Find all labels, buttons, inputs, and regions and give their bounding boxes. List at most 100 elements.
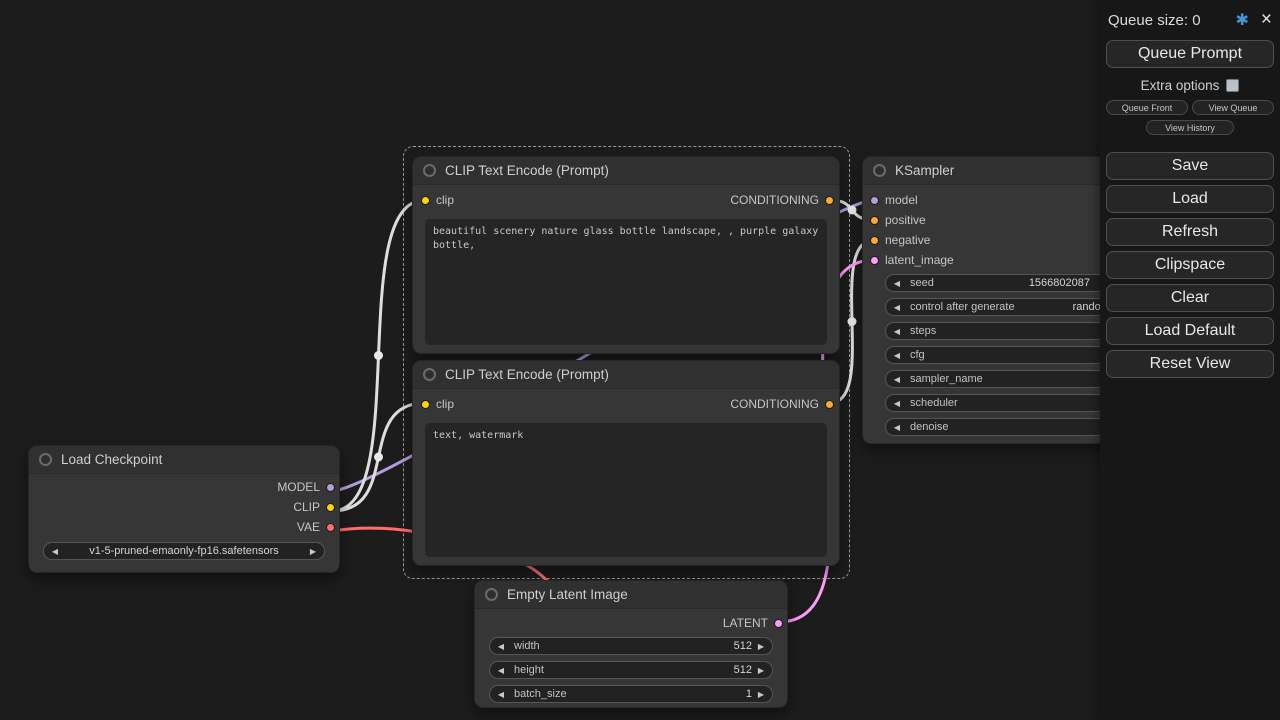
node-title-bar[interactable]: Load Checkpoint — [29, 446, 339, 474]
output-slot-conditioning: CONDITIONING — [730, 394, 834, 414]
view-history-button[interactable]: View History — [1146, 120, 1234, 135]
slot-label: positive — [885, 213, 926, 227]
collapse-dot-icon[interactable] — [873, 164, 886, 177]
node-title: CLIP Text Encode (Prompt) — [445, 163, 609, 178]
widget-name: scheduler — [910, 397, 958, 409]
widget-name: sampler_name — [910, 373, 983, 385]
input-dot-clip[interactable] — [421, 195, 430, 205]
height-widget[interactable]: ◀ height 512 ▶ — [489, 661, 773, 679]
arrow-right-icon[interactable]: ▶ — [308, 547, 318, 556]
widget-name: height — [514, 664, 544, 676]
arrow-left-icon[interactable]: ◀ — [892, 351, 902, 360]
node-title: KSampler — [895, 163, 955, 178]
node-clip-text-encode-positive[interactable]: CLIP Text Encode (Prompt) clip CONDITION… — [412, 156, 840, 354]
view-queue-button[interactable]: View Queue — [1192, 100, 1274, 115]
batch-size-widget[interactable]: ◀ batch_size 1 ▶ — [489, 685, 773, 703]
input-slot-positive: positive — [870, 210, 926, 230]
collapse-dot-icon[interactable] — [423, 164, 436, 177]
clear-button[interactable]: Clear — [1106, 284, 1274, 312]
output-slot-latent: LATENT — [723, 613, 783, 633]
widget-name: steps — [910, 325, 937, 337]
widget-value: 512 — [733, 640, 752, 652]
input-slot-model: model — [870, 190, 918, 210]
collapse-dot-icon[interactable] — [485, 588, 498, 601]
input-dot-model[interactable] — [870, 195, 879, 205]
input-dot-positive[interactable] — [870, 215, 879, 225]
arrow-left-icon[interactable]: ◀ — [892, 423, 902, 432]
node-graph-canvas[interactable]: Load Checkpoint MODEL CLIP VAE ◀ v1-5-pr… — [0, 0, 1280, 720]
queue-size-label: Queue size: 0 — [1108, 11, 1201, 29]
input-slot-latent-image: latent_image — [870, 250, 954, 270]
node-clip-text-encode-negative[interactable]: CLIP Text Encode (Prompt) clip CONDITION… — [412, 360, 840, 566]
output-dot-conditioning[interactable] — [825, 195, 834, 205]
refresh-button[interactable]: Refresh — [1106, 218, 1274, 246]
arrow-left-icon[interactable]: ◀ — [892, 375, 902, 384]
negative-prompt-textarea[interactable]: text, watermark — [425, 423, 827, 557]
clipspace-button[interactable]: Clipspace — [1106, 251, 1274, 279]
close-menu-icon[interactable]: × — [1261, 10, 1272, 29]
slot-label: LATENT — [722, 616, 768, 630]
save-button[interactable]: Save — [1106, 152, 1274, 180]
input-slot-negative: negative — [870, 230, 930, 250]
output-dot-clip[interactable] — [326, 502, 335, 512]
settings-icon[interactable]: ✱ — [1235, 10, 1248, 30]
arrow-left-icon[interactable]: ◀ — [496, 690, 506, 699]
collapse-dot-icon[interactable] — [39, 453, 52, 466]
ckpt-name-widget[interactable]: ◀ v1-5-pruned-emaonly-fp16.safetensors ▶ — [43, 542, 325, 560]
arrow-left-icon[interactable]: ◀ — [496, 642, 506, 651]
load-button[interactable]: Load — [1106, 185, 1274, 213]
slot-label: clip — [436, 397, 455, 411]
input-dot-latent-image[interactable] — [870, 255, 879, 265]
output-slot-clip: CLIP — [293, 497, 335, 517]
input-slot-clip: clip — [421, 394, 454, 414]
link-midpoint-dot — [374, 452, 383, 462]
extra-options-checkbox[interactable] — [1226, 79, 1240, 92]
output-dot-vae[interactable] — [326, 522, 335, 532]
input-dot-clip[interactable] — [421, 399, 430, 409]
node-title-bar[interactable]: CLIP Text Encode (Prompt) — [413, 361, 839, 389]
output-dot-latent[interactable] — [774, 618, 783, 628]
reset-view-button[interactable]: Reset View — [1106, 350, 1274, 378]
load-default-button[interactable]: Load Default — [1106, 317, 1274, 345]
widget-name: denoise — [910, 421, 949, 433]
slot-label: MODEL — [277, 480, 320, 494]
comfy-menu-panel: Queue size: 0 ✱ × Queue Prompt Extra opt… — [1100, 0, 1280, 720]
link-midpoint-dot — [374, 351, 383, 360]
output-slot-conditioning: CONDITIONING — [730, 190, 834, 210]
arrow-left-icon[interactable]: ◀ — [892, 327, 902, 336]
input-dot-negative[interactable] — [870, 235, 879, 245]
output-dot-model[interactable] — [326, 482, 335, 492]
arrow-right-icon[interactable]: ▶ — [756, 666, 766, 675]
input-slot-clip: clip — [421, 190, 454, 210]
positive-prompt-textarea[interactable]: beautiful scenery nature glass bottle la… — [425, 219, 827, 345]
node-title-bar[interactable]: Empty Latent Image — [475, 581, 787, 609]
width-widget[interactable]: ◀ width 512 ▶ — [489, 637, 773, 655]
queue-front-button[interactable]: Queue Front — [1106, 100, 1188, 115]
node-title: Load Checkpoint — [61, 452, 163, 467]
output-dot-conditioning[interactable] — [825, 399, 834, 409]
node-load-checkpoint[interactable]: Load Checkpoint MODEL CLIP VAE ◀ v1-5-pr… — [28, 445, 340, 573]
slot-label: clip — [436, 193, 455, 207]
node-title-bar[interactable]: CLIP Text Encode (Prompt) — [413, 157, 839, 185]
output-slot-vae: VAE — [297, 517, 335, 537]
collapse-dot-icon[interactable] — [423, 368, 436, 381]
ckpt-name-value: v1-5-pruned-emaonly-fp16.safetensors — [89, 545, 279, 557]
widget-value: 1566802087 — [1028, 277, 1090, 289]
arrow-left-icon[interactable]: ◀ — [892, 303, 902, 312]
arrow-left-icon[interactable]: ◀ — [496, 666, 506, 675]
queue-prompt-button[interactable]: Queue Prompt — [1106, 40, 1274, 68]
arrow-left-icon[interactable]: ◀ — [892, 279, 902, 288]
slot-label: model — [885, 193, 918, 207]
node-empty-latent-image[interactable]: Empty Latent Image LATENT ◀ width 512 ▶ … — [474, 580, 788, 708]
arrow-right-icon[interactable]: ▶ — [756, 642, 766, 651]
widget-name: seed — [910, 277, 934, 289]
arrow-right-icon[interactable]: ▶ — [756, 690, 766, 699]
slot-label: latent_image — [885, 253, 954, 267]
output-slot-model: MODEL — [277, 477, 335, 497]
slot-label: CONDITIONING — [730, 193, 819, 207]
arrow-left-icon[interactable]: ◀ — [50, 547, 60, 556]
slot-label: VAE — [296, 520, 320, 534]
widget-name: control after generate — [910, 301, 1015, 313]
arrow-left-icon[interactable]: ◀ — [892, 399, 902, 408]
widget-value: 1 — [745, 688, 752, 700]
